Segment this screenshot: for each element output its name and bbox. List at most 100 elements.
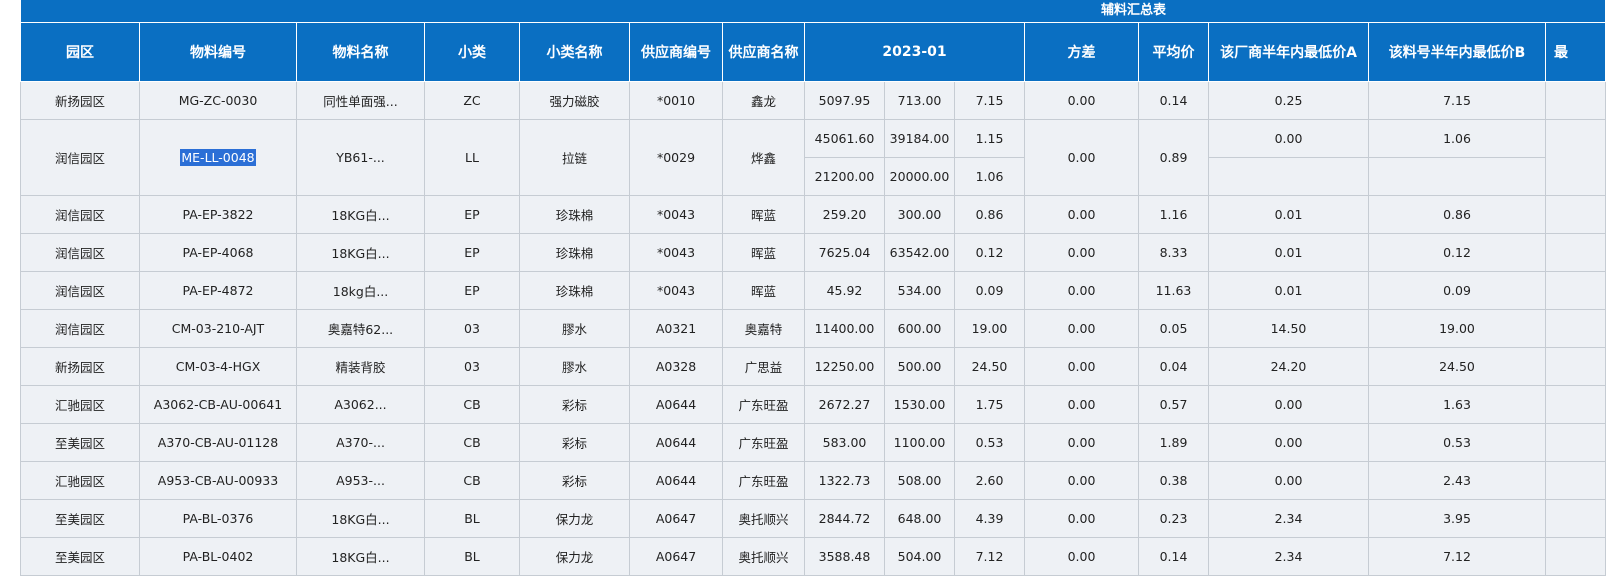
cell-truncated[interactable] xyxy=(1545,384,1606,424)
cell-amount[interactable]: 1322.73 xyxy=(804,460,885,500)
cell-material-name[interactable]: 18kg白... xyxy=(296,270,425,310)
cell-material-code[interactable]: A370-CB-AU-01128 xyxy=(139,422,297,462)
cell-supplier-name[interactable]: 晖蓝 xyxy=(722,232,805,272)
cell-park[interactable]: 润信园区 xyxy=(20,270,140,310)
cell-truncated[interactable] xyxy=(1545,422,1606,462)
cell-category-name[interactable]: 膠水 xyxy=(519,308,630,348)
cell-category-name[interactable]: 拉链 xyxy=(519,118,630,196)
cell-category-name[interactable]: 彩标 xyxy=(519,460,630,500)
cell-average-price[interactable]: 0.05 xyxy=(1138,308,1209,348)
cell-low-a[interactable]: 0.01 xyxy=(1208,270,1369,310)
cell-average-price[interactable]: 1.16 xyxy=(1138,194,1209,234)
cell-material-name[interactable]: 精装背胶 xyxy=(296,346,425,386)
cell-quantity[interactable]: 300.00 xyxy=(884,194,955,234)
cell-variance[interactable]: 0.00 xyxy=(1024,536,1139,576)
cell-truncated[interactable] xyxy=(1545,460,1606,500)
table-row[interactable]: 润信园区 CM-03-210-AJT 奥嘉特62... 03 膠水 A0321 奥嘉特 114… xyxy=(20,308,1606,348)
cell-category-name[interactable]: 膠水 xyxy=(519,346,630,386)
cell-variance[interactable]: 0.00 xyxy=(1024,80,1139,120)
header-category-name[interactable]: 小类名称 xyxy=(519,21,630,82)
cell-supplier-no[interactable]: A0644 xyxy=(629,384,723,424)
cell-supplier-name[interactable]: 晖蓝 xyxy=(722,270,805,310)
cell-average-price[interactable]: 0.14 xyxy=(1138,80,1209,120)
cell-truncated[interactable] xyxy=(1545,346,1606,386)
cell-variance[interactable]: 0.00 xyxy=(1024,384,1139,424)
header-category[interactable]: 小类 xyxy=(424,21,520,82)
cell-unit-price[interactable]: 4.39 xyxy=(954,498,1025,538)
cell-material-code[interactable]: CM-03-210-AJT xyxy=(139,308,297,348)
cell-category-name[interactable]: 珍珠棉 xyxy=(519,232,630,272)
cell-quantity[interactable]: 63542.00 xyxy=(884,232,955,272)
cell-unit-price[interactable]: 0.53 xyxy=(954,422,1025,462)
cell-amount[interactable]: 7625.04 xyxy=(804,232,885,272)
cell-supplier-no[interactable]: *0043 xyxy=(629,270,723,310)
cell-low-a[interactable]: 2.34 xyxy=(1208,536,1369,576)
cell-park[interactable]: 至美园区 xyxy=(20,498,140,538)
cell-category[interactable]: EP xyxy=(424,232,520,272)
cell-amount[interactable]: 2672.27 xyxy=(804,384,885,424)
cell-supplier-no[interactable]: A0647 xyxy=(629,536,723,576)
cell-unit-price[interactable]: 2.60 xyxy=(954,460,1025,500)
cell-quantity[interactable]: 1530.00 xyxy=(884,384,955,424)
cell-material-code[interactable]: ME-LL-0048 xyxy=(139,118,297,196)
cell-category-name[interactable]: 彩标 xyxy=(519,384,630,424)
cell-category[interactable]: LL xyxy=(424,118,520,196)
cell-supplier-no[interactable]: *0043 xyxy=(629,232,723,272)
cell-quantity[interactable]: 20000.00 xyxy=(884,156,955,196)
cell-low-a[interactable] xyxy=(1208,156,1369,196)
cell-variance[interactable]: 0.00 xyxy=(1024,422,1139,462)
cell-low-a[interactable]: 2.34 xyxy=(1208,498,1369,538)
cell-variance[interactable]: 0.00 xyxy=(1024,346,1139,386)
cell-material-name[interactable]: 18KG白... xyxy=(296,536,425,576)
cell-low-a[interactable]: 14.50 xyxy=(1208,308,1369,348)
cell-variance[interactable]: 0.00 xyxy=(1024,232,1139,272)
cell-material-name[interactable]: 18KG白... xyxy=(296,194,425,234)
cell-low-a[interactable]: 0.00 xyxy=(1208,118,1369,158)
cell-category-name[interactable]: 彩标 xyxy=(519,422,630,462)
header-period[interactable]: 2023-01 xyxy=(804,21,1025,82)
cell-amount[interactable]: 3588.48 xyxy=(804,536,885,576)
cell-average-price[interactable]: 0.04 xyxy=(1138,346,1209,386)
cell-supplier-name[interactable]: 奥嘉特 xyxy=(722,308,805,348)
cell-low-b[interactable]: 19.00 xyxy=(1368,308,1546,348)
cell-category-name[interactable]: 保力龙 xyxy=(519,536,630,576)
cell-park[interactable]: 至美园区 xyxy=(20,536,140,576)
cell-material-code[interactable]: MG-ZC-0030 xyxy=(139,80,297,120)
cell-supplier-name[interactable]: 广东旺盈 xyxy=(722,384,805,424)
cell-quantity[interactable]: 713.00 xyxy=(884,80,955,120)
cell-average-price[interactable]: 0.89 xyxy=(1138,118,1209,196)
cell-low-b[interactable]: 0.12 xyxy=(1368,232,1546,272)
cell-supplier-no[interactable]: A0644 xyxy=(629,460,723,500)
cell-category-name[interactable]: 强力磁胶 xyxy=(519,80,630,120)
table-row[interactable]: 润信园区 ME-LL-0048 YB61-... LL 拉链 *0029 烨鑫 45061.6… xyxy=(20,118,1606,196)
header-truncated[interactable]: 最 xyxy=(1545,21,1606,82)
cell-material-name[interactable]: A370-... xyxy=(296,422,425,462)
cell-material-code[interactable]: PA-EP-3822 xyxy=(139,194,297,234)
header-supplier-half-year-low-a[interactable]: 该厂商半年内最低价A xyxy=(1208,21,1369,82)
table-row[interactable]: 至美园区 A370-CB-AU-01128 A370-... CB 彩标 A0644 广东旺… xyxy=(20,422,1606,462)
cell-category[interactable]: EP xyxy=(424,270,520,310)
cell-amount[interactable]: 2844.72 xyxy=(804,498,885,538)
cell-unit-price[interactable]: 0.12 xyxy=(954,232,1025,272)
cell-average-price[interactable]: 0.57 xyxy=(1138,384,1209,424)
cell-unit-price[interactable]: 7.15 xyxy=(954,80,1025,120)
table-row[interactable]: 汇驰园区 A3062-CB-AU-00641 A3062... CB 彩标 A0644 广东… xyxy=(20,384,1606,424)
cell-material-name[interactable]: 18KG白... xyxy=(296,232,425,272)
cell-material-code[interactable]: A3062-CB-AU-00641 xyxy=(139,384,297,424)
cell-supplier-no[interactable]: *0043 xyxy=(629,194,723,234)
cell-unit-price[interactable]: 0.86 xyxy=(954,194,1025,234)
cell-supplier-name[interactable]: 烨鑫 xyxy=(722,118,805,196)
cell-category[interactable]: BL xyxy=(424,536,520,576)
cell-average-price[interactable]: 0.23 xyxy=(1138,498,1209,538)
cell-category[interactable]: ZC xyxy=(424,80,520,120)
cell-supplier-name[interactable]: 奥托顺兴 xyxy=(722,536,805,576)
header-supplier-name[interactable]: 供应商名称 xyxy=(722,21,805,82)
cell-variance[interactable]: 0.00 xyxy=(1024,308,1139,348)
cell-supplier-name[interactable]: 晖蓝 xyxy=(722,194,805,234)
cell-quantity[interactable]: 508.00 xyxy=(884,460,955,500)
header-park[interactable]: 园区 xyxy=(20,21,140,82)
cell-supplier-no[interactable]: *0029 xyxy=(629,118,723,196)
cell-low-b[interactable]: 0.86 xyxy=(1368,194,1546,234)
cell-material-name[interactable]: YB61-... xyxy=(296,118,425,196)
cell-material-code[interactable]: A953-CB-AU-00933 xyxy=(139,460,297,500)
